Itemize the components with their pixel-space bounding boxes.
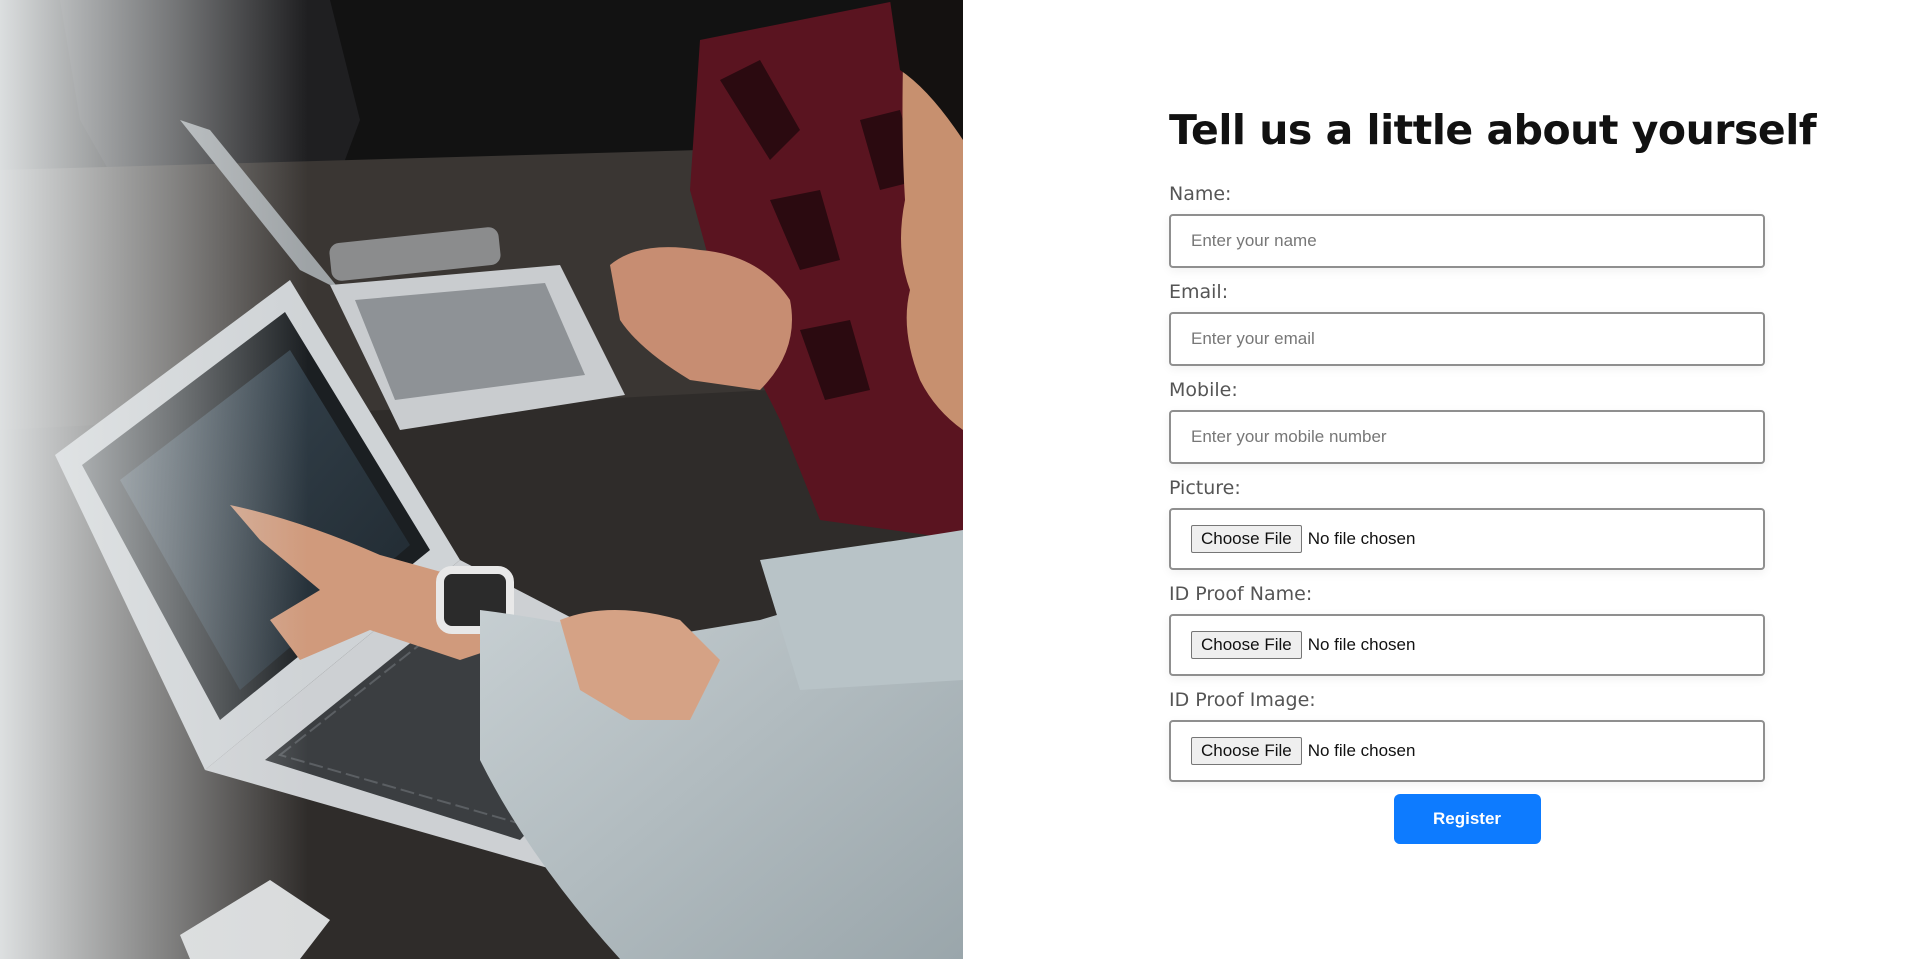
email-label: Email: [1169, 281, 1229, 303]
id-proof-image-file-input: Choose File No file chosen [1169, 720, 1765, 782]
id-proof-name-choose-file-button[interactable]: Choose File [1191, 631, 1302, 659]
id-proof-image-file-status: No file chosen [1307, 741, 1416, 760]
id-proof-image-choose-file-button[interactable]: Choose File [1191, 737, 1302, 765]
name-input[interactable] [1169, 214, 1765, 268]
mobile-input[interactable] [1169, 410, 1765, 464]
registration-page: Tell us a little about yourself Name: Em… [0, 0, 1914, 959]
submit-row: Register [1169, 794, 1765, 844]
form-title: Tell us a little about yourself [1169, 106, 1817, 154]
name-label: Name: [1169, 183, 1232, 205]
mobile-label: Mobile: [1169, 379, 1238, 401]
id-proof-image-label: ID Proof Image: [1169, 689, 1316, 711]
hero-photo [0, 0, 963, 959]
register-button[interactable]: Register [1393, 794, 1541, 844]
email-input[interactable] [1169, 312, 1765, 366]
id-proof-name-file-input: Choose File No file chosen [1169, 614, 1765, 676]
id-proof-name-file-status: No file chosen [1307, 635, 1416, 654]
picture-file-input: Choose File No file chosen [1169, 508, 1765, 570]
picture-choose-file-button[interactable]: Choose File [1191, 525, 1302, 553]
picture-label: Picture: [1169, 477, 1241, 499]
picture-file-status: No file chosen [1307, 529, 1416, 548]
registration-form: Tell us a little about yourself Name: Em… [1169, 100, 1817, 844]
id-proof-name-label: ID Proof Name: [1169, 583, 1313, 605]
